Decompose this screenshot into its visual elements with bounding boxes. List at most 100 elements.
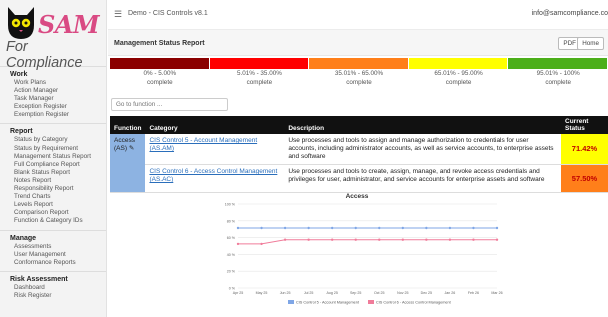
nav-heading-manage: Manage [10,234,37,242]
legend-swatch [309,58,408,69]
sidebar-item-blank-status-report[interactable]: Blank Status Report [0,169,106,177]
y-tick-label: 60 % [227,236,236,240]
data-point [448,226,452,230]
data-point [378,226,381,230]
legend-item: 5.01% - 35.00% complete [209,58,310,92]
sidebar-item-risk-register[interactable]: Risk Register [0,292,106,300]
legend-swatch [408,58,508,69]
x-tick-label: Mar 26 [491,291,502,295]
sidebar-item-exemption-register[interactable]: Exemption Register [0,111,106,119]
x-tick-label: Nov 25 [397,291,408,295]
nav-heading-risk-assessment: Risk Assessment [10,275,68,283]
data-point [495,238,499,241]
y-tick-label: 20 % [227,270,236,274]
sidebar: SAM For Compliance Work Work Plans Actio… [0,0,107,317]
nav-section-manage: Manage Assessments User Management Confo… [0,231,106,267]
series-line [238,239,497,245]
logo-tagline: For Compliance [6,39,83,71]
status-table: Function Category Description Current St… [110,116,608,193]
description-cell: Use processes and tools to assign and ma… [284,134,561,165]
legend-label: CIS Control 6 - Access Control Managemen… [376,301,452,305]
legend-swatch [110,58,209,69]
data-point [330,238,334,241]
table-header-row: Function Category Description Current St… [110,116,608,134]
sidebar-item-dashboard[interactable]: Dashboard [0,284,106,292]
sidebar-item-conformance-reports[interactable]: Conformance Reports [0,259,106,267]
x-tick-label: Jul 25 [304,291,314,295]
status-legend: 0% - 5.00% complete 5.01% - 35.00% compl… [110,58,608,92]
legend-label: complete [545,79,571,86]
legend-label: complete [346,79,372,86]
data-point [236,226,240,230]
y-tick-label: 80 % [227,219,236,223]
x-tick-label: Aug 25 [326,291,337,295]
legend-item: 35.01% - 65.00% complete [309,58,409,92]
sidebar-item-status-by-requirement[interactable]: Status by Requirement [0,145,106,153]
column-header-description: Description [284,116,561,134]
page-title: Management Status Report [114,40,205,47]
sidebar-item-notes-report[interactable]: Notes Report [0,177,106,185]
data-point [260,226,263,230]
go-to-function-input[interactable] [111,98,228,111]
legend-label: complete [147,79,173,86]
home-button[interactable]: Home [577,37,604,50]
sidebar-item-status-by-category[interactable]: Status by Category [0,136,106,144]
sidebar-item-trend-charts[interactable]: Trend Charts [0,193,106,201]
legend-swatch [508,58,607,69]
sidebar-item-action-manager[interactable]: Action Manager [0,87,106,95]
sidebar-item-management-status-report[interactable]: Management Status Report [0,153,106,161]
chart-title: Access [346,193,369,200]
sidebar-item-exception-register[interactable]: Exception Register [0,103,106,111]
data-point [236,242,240,246]
sidebar-item-work-plans[interactable]: Work Plans [0,79,106,87]
legend-range: 5.01% - 35.00% [236,70,282,77]
legend-range: 0% - 5.00% [143,70,177,77]
nav-section-report: Report Status by Category Status by Requ… [0,124,106,225]
legend-item: 65.01% - 95.00% complete [408,58,509,92]
data-point [307,238,310,241]
x-tick-label: Feb 26 [468,291,479,295]
y-tick-label: 0 % [229,287,236,291]
access-trend-chart: Access 0 % 20 % 40 % 60 % 80 % 100 % Apr 25 May … [225,193,503,305]
legend-swatch [288,300,294,304]
table-row: Access (AS) ✎ CIS Control 5 - Account Ma… [110,134,608,193]
data-point [354,238,357,241]
cat-logo-icon [8,7,34,39]
report-header: Management Status Report PDF Home [108,30,608,56]
data-point [448,238,452,241]
edit-icon[interactable]: ✎ [129,145,134,152]
data-point [330,226,334,230]
data-point [354,226,357,230]
sidebar-item-levels-report[interactable]: Levels Report [0,201,106,209]
category-link[interactable]: CIS Control 5 - Account Management (AS.A… [149,137,257,152]
user-email[interactable]: info@samcompliance.co [532,10,608,17]
sidebar-item-user-management[interactable]: User Management [0,251,106,259]
hamburger-icon[interactable]: ☰ [114,9,122,20]
data-point [472,226,475,230]
sidebar-item-comparison-report[interactable]: Comparison Report [0,209,106,217]
x-tick-label: Jun 25 [280,291,291,295]
sidebar-item-assessments[interactable]: Assessments [0,243,106,251]
logo-sam-text: SAM [38,10,100,39]
x-tick-label: Apr 25 [233,291,244,295]
legend-range: 95.01% - 100% [536,70,580,77]
legend-range: 35.01% - 65.00% [334,70,384,77]
sidebar-item-responsibility-report[interactable]: Responsibility Report [0,185,106,193]
sidebar-item-function-category-ids[interactable]: Function & Category IDs [0,217,106,225]
data-point [425,238,428,241]
legend-label: CIS Control 5 - Account Management [296,301,360,305]
data-point [495,226,499,230]
category-cell: CIS Control 6 - Access Control Managemen… [145,164,285,193]
logo[interactable]: SAM For Compliance [0,0,106,71]
sidebar-item-full-compliance-report[interactable]: Full Compliance Report [0,161,106,169]
breadcrumb[interactable]: Demo - CIS Controls v8.1 [128,10,208,17]
legend-label: complete [445,79,472,86]
category-link[interactable]: CIS Control 6 - Access Control Managemen… [149,168,277,183]
table-row: CIS Control 6 - Access Control Managemen… [110,164,608,193]
column-header-status: Current Status [561,116,608,134]
data-point [307,226,310,230]
status-cell: 71.42% [561,134,608,165]
data-point [472,238,475,241]
nav-heading-report: Report [10,128,33,136]
sidebar-item-task-manager[interactable]: Task Manager [0,95,106,103]
